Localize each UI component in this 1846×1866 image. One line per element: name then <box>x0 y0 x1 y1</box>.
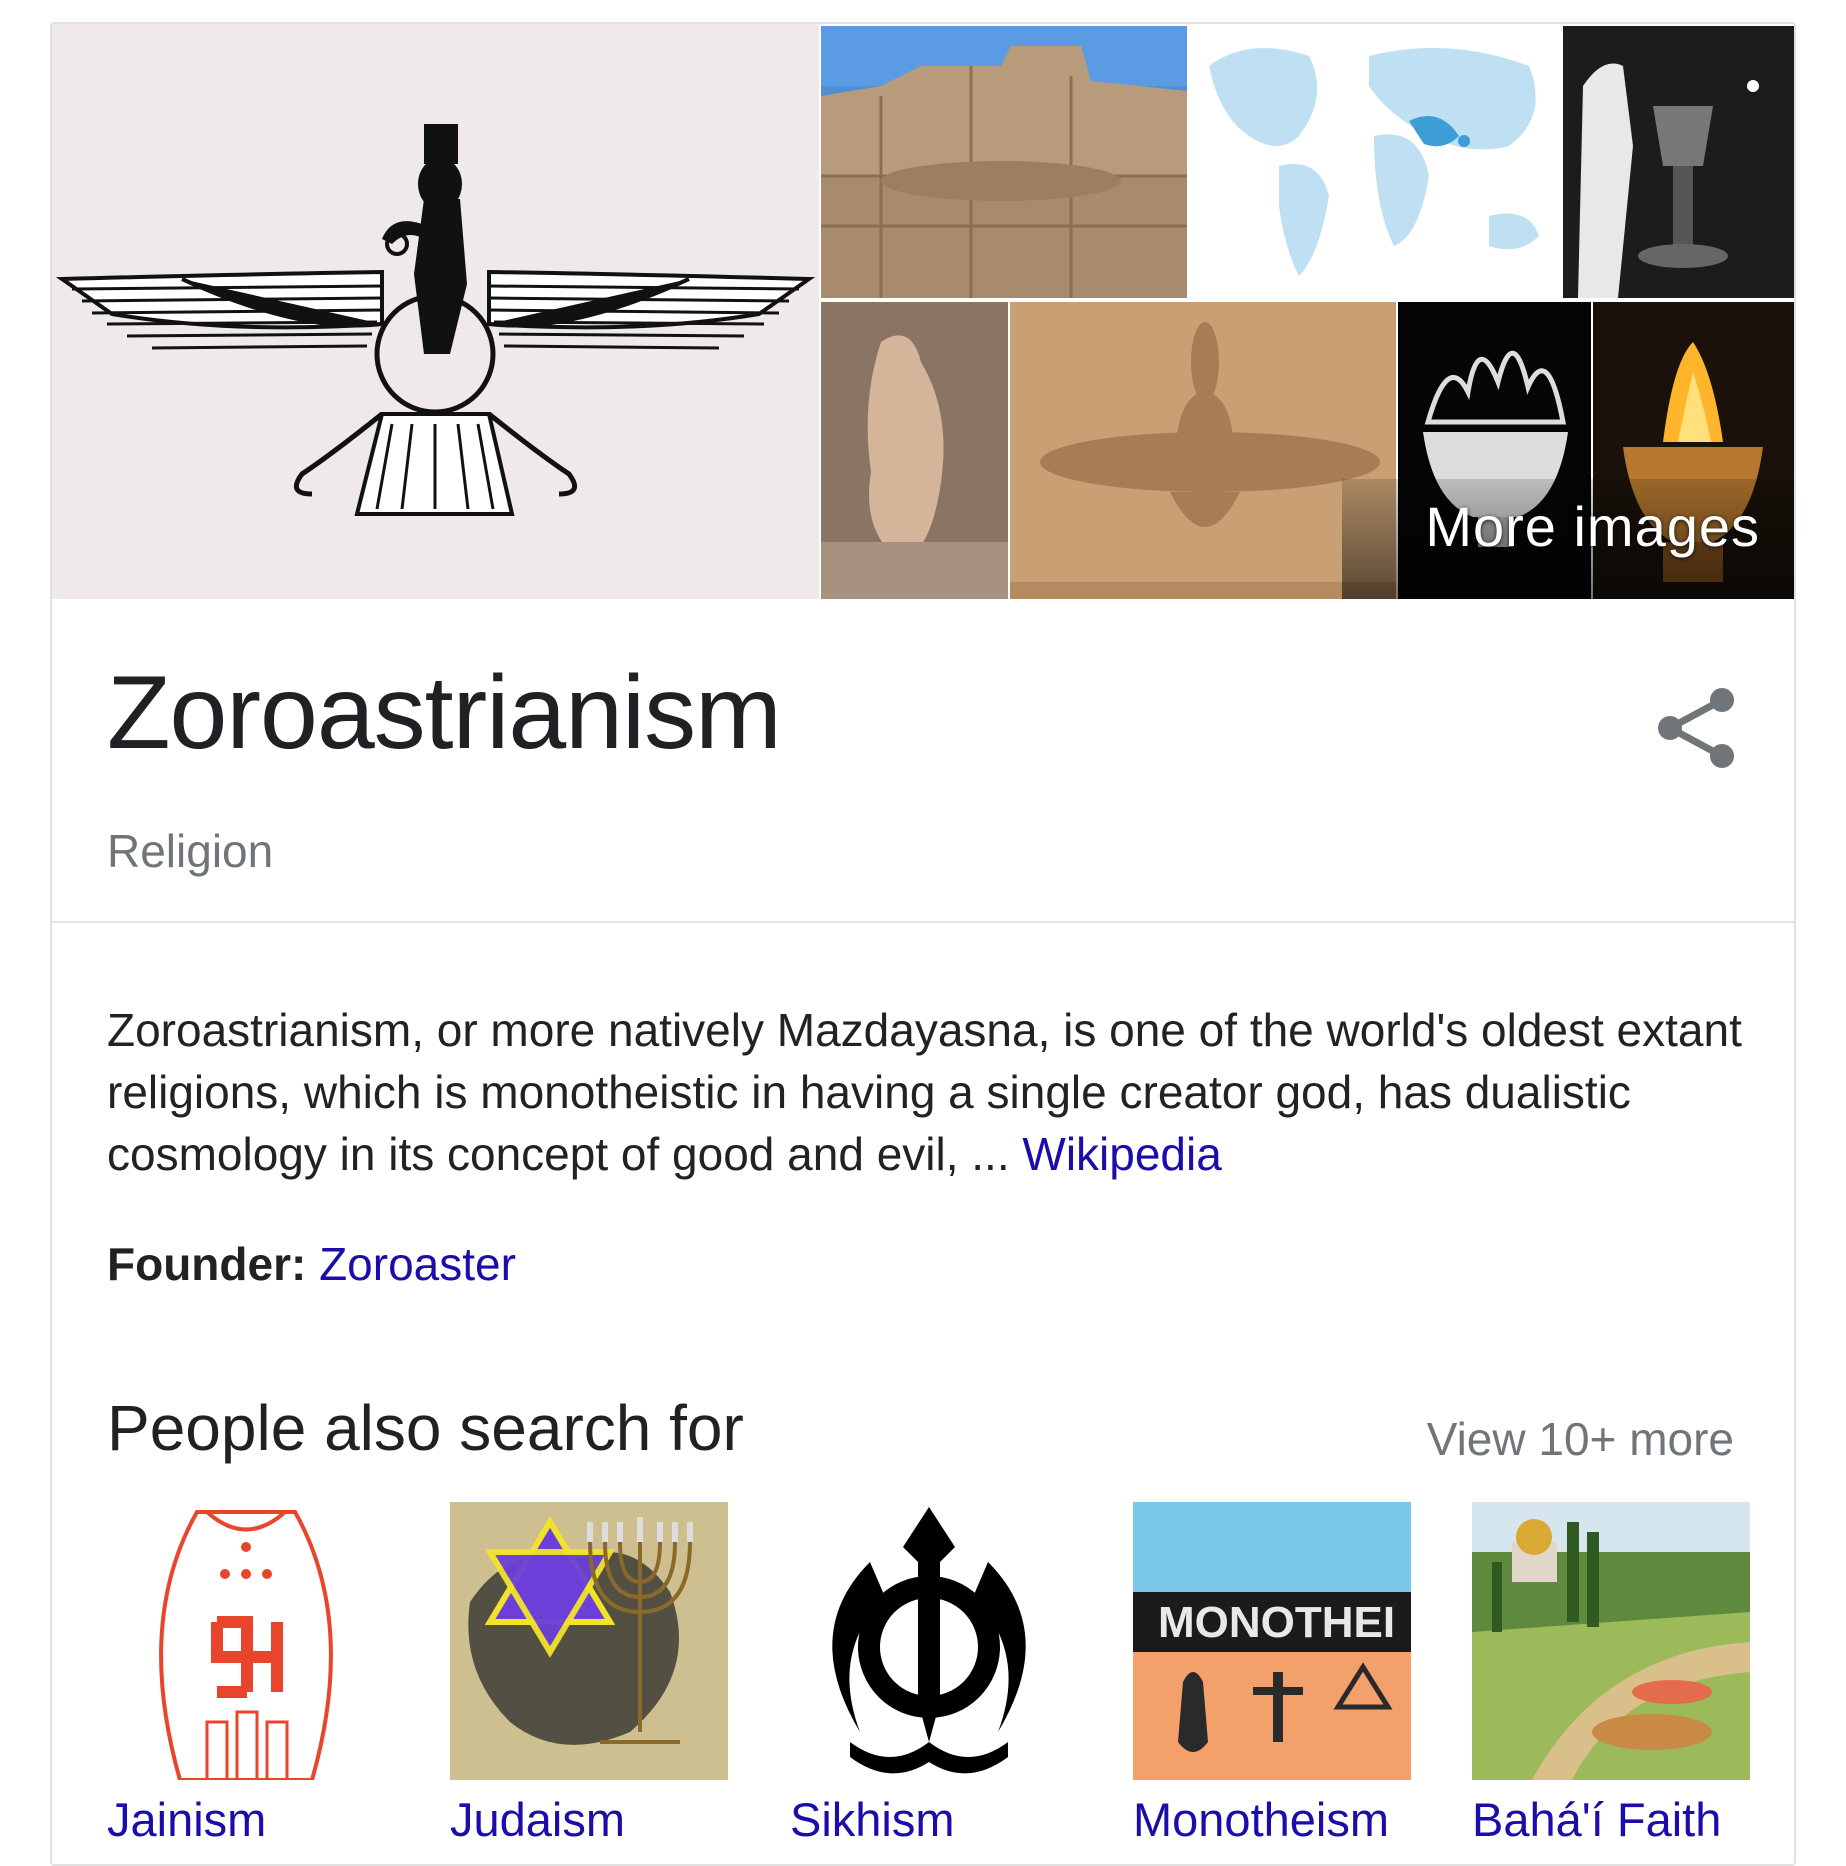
people-also-search-title: People also search for <box>107 1392 744 1464</box>
founder-link[interactable]: Zoroaster <box>319 1238 516 1290</box>
related-item-judaism[interactable]: Judaism <box>450 1502 730 1846</box>
related-item-label[interactable]: Judaism <box>450 1792 625 1847</box>
related-item-jainism[interactable]: Jainism <box>107 1502 387 1846</box>
share-icon[interactable] <box>1652 682 1742 774</box>
related-item-label[interactable]: Monotheism <box>1133 1792 1389 1847</box>
more-images-link[interactable]: More images <box>1425 494 1760 559</box>
zoroastrian-priest-photo[interactable] <box>1563 26 1794 298</box>
faravahar-carving-image[interactable] <box>1010 302 1396 599</box>
monotheism-image[interactable]: MONOTHEI <box>1133 1502 1411 1780</box>
bahai-gardens-image[interactable] <box>1472 1502 1750 1780</box>
khanda-symbol-icon[interactable] <box>790 1502 1068 1780</box>
founder-label: Founder: <box>107 1238 307 1290</box>
related-item-sikhism[interactable]: Sikhism <box>790 1502 1070 1846</box>
world-map-image[interactable] <box>1189 26 1561 298</box>
statue-image[interactable] <box>821 302 1008 599</box>
jainism-symbol-icon[interactable] <box>107 1502 385 1780</box>
entity-subtitle: Religion <box>107 825 274 877</box>
judaism-symbol-icon[interactable] <box>450 1502 728 1780</box>
persepolis-relief-image[interactable] <box>821 26 1187 298</box>
monotheism-image-text: MONOTHEI <box>1158 1598 1395 1647</box>
related-item-label[interactable]: Bahá'í Faith <box>1472 1792 1721 1847</box>
knowledge-panel: More images Zoroastrianism Religion Zoro… <box>50 22 1796 1866</box>
faravahar-main-image[interactable] <box>52 24 819 599</box>
related-item-bahai-faith[interactable]: Bahá'í Faith <box>1472 1502 1752 1846</box>
related-item-monotheism[interactable]: MONOTHEI Monotheism <box>1133 1502 1413 1846</box>
divider <box>52 921 1794 923</box>
related-item-label[interactable]: Sikhism <box>790 1792 955 1847</box>
founder-row: Founder: Zoroaster <box>107 1237 516 1291</box>
image-gallery: More images <box>52 24 1794 599</box>
description: Zoroastrianism, or more natively Mazdaya… <box>107 999 1757 1185</box>
related-item-label[interactable]: Jainism <box>107 1792 266 1847</box>
wikipedia-link[interactable]: Wikipedia <box>1022 1128 1221 1180</box>
description-text: Zoroastrianism, or more natively Mazdaya… <box>107 1004 1742 1180</box>
view-more-link[interactable]: View 10+ more <box>1427 1412 1734 1466</box>
entity-title: Zoroastrianism <box>107 655 782 771</box>
